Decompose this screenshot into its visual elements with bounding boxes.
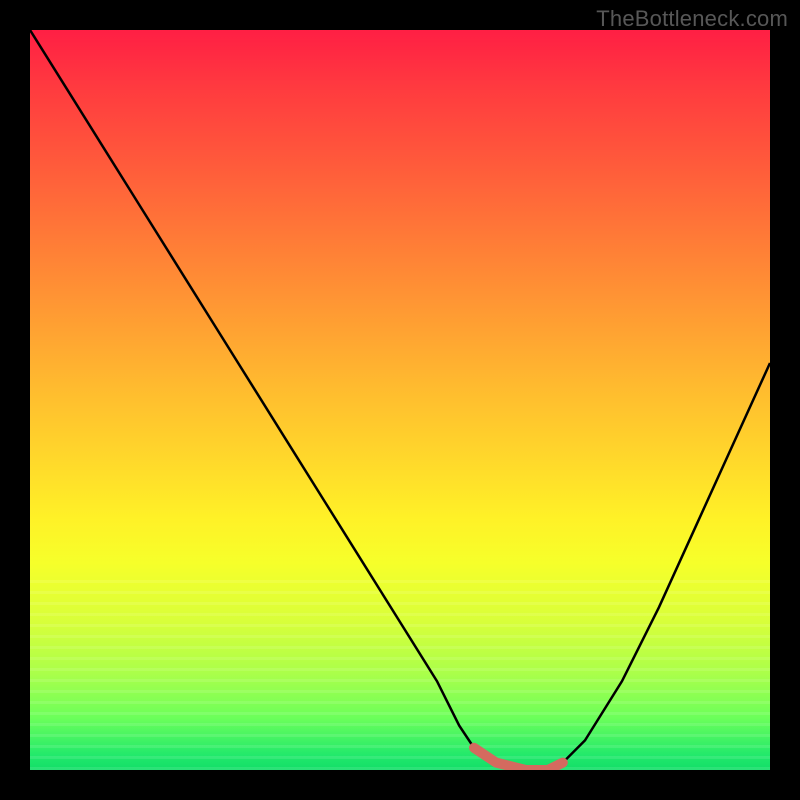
watermark-text: TheBottleneck.com [596, 6, 788, 32]
bottleneck-curve-path [30, 30, 770, 770]
plot-area [30, 30, 770, 770]
chart-frame: TheBottleneck.com [0, 0, 800, 800]
highlight-segment-path [474, 748, 563, 770]
curve-layer [30, 30, 770, 770]
